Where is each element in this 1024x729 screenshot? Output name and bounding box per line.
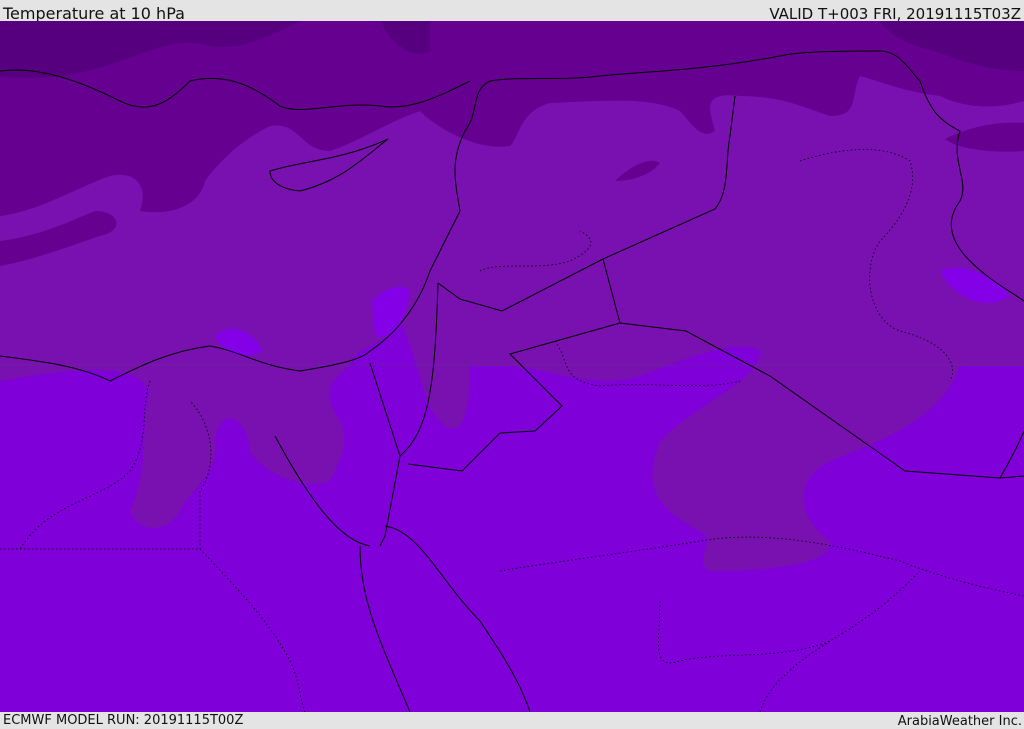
temperature-map[interactable] (0, 21, 1024, 712)
credit: ArabiaWeather Inc. (897, 714, 1022, 729)
model-run: ECMWF MODEL RUN: 20191115T00Z (3, 713, 244, 728)
map-header: Temperature at 10 hPa VALID T+003 FRI, 2… (0, 0, 1024, 23)
map-footer: ECMWF MODEL RUN: 20191115T00Z ArabiaWeat… (0, 712, 1024, 729)
